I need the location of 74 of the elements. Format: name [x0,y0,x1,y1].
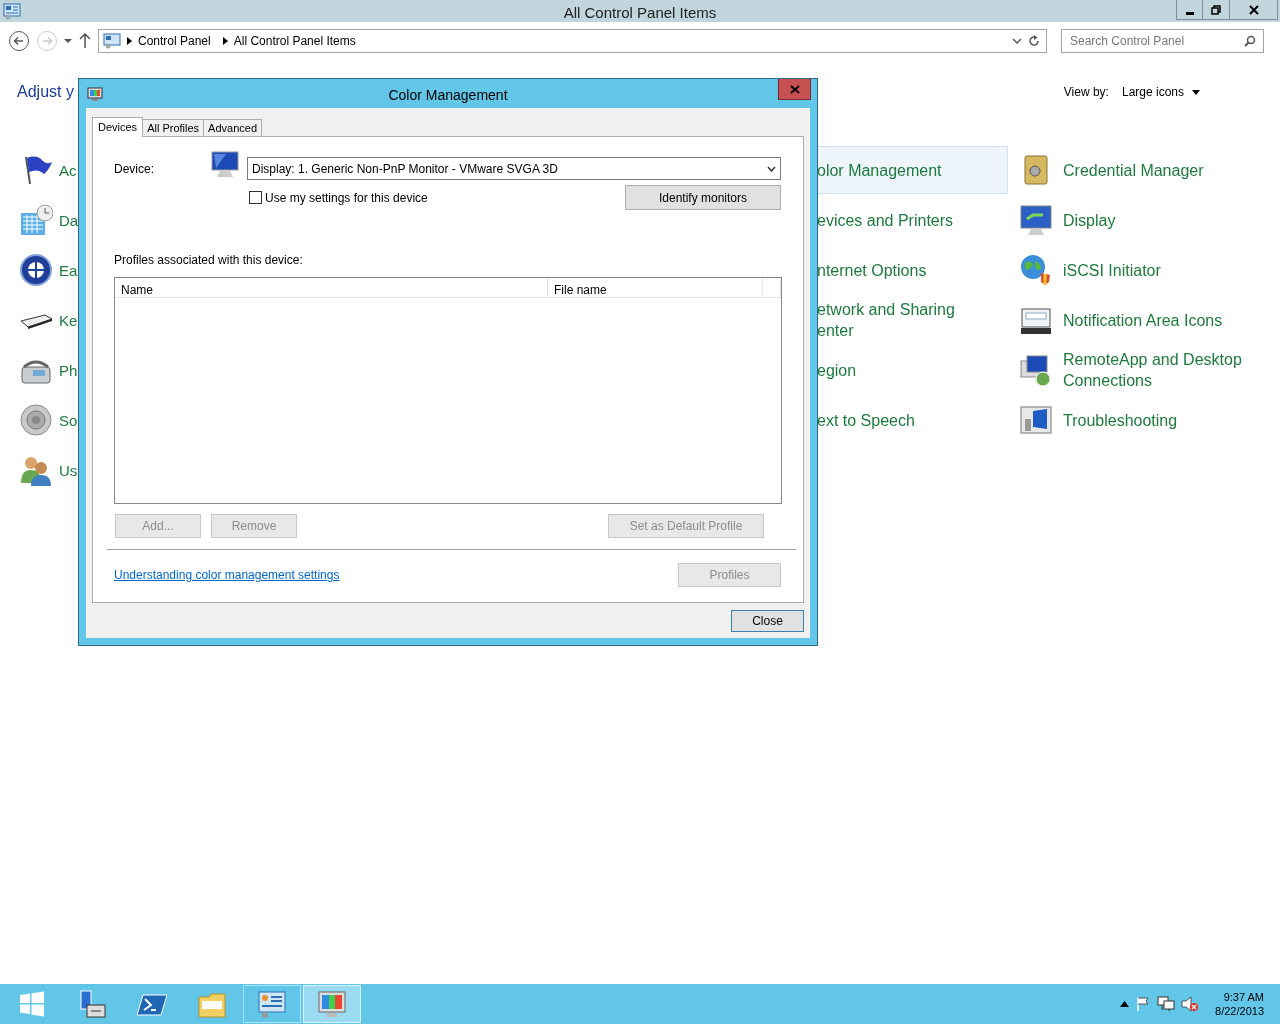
window-title: All Control Panel Items [562,3,718,23]
control-panel-icon [257,989,287,1019]
taskbar-button[interactable] [303,985,361,1023]
color-monitor-icon [317,989,347,1019]
dialog-title: Color Management [387,86,509,105]
caret-icon [1192,89,1200,95]
control-panel-icon [103,33,121,49]
recent-pages-button[interactable] [64,39,72,43]
windows-logo-icon [19,991,45,1017]
troubleshooting-monitor-icon [1019,403,1053,437]
server-manager-icon [77,989,107,1019]
view-by-label: View by: [1063,84,1109,101]
speaker-muted-icon[interactable] [1181,996,1200,1012]
globe-shield-icon [1019,253,1053,287]
refresh-icon[interactable] [1028,35,1040,47]
applet-link[interactable]: iSCSI Initiator [1018,246,1280,294]
applet-link[interactable]: Credential Manager [1018,146,1280,194]
address-bar[interactable]: Control Panel All Control Panel Items [98,29,1047,53]
restore-button[interactable] [1203,0,1230,20]
close-icon [789,84,800,94]
checkbox-label: Use my settings for this device [265,190,428,207]
breadcrumb-item[interactable]: Control Panel [138,32,211,50]
applet-link[interactable]: Us [0,446,78,494]
column-header[interactable]: Name [115,278,548,297]
tab[interactable]: Devices [92,117,144,137]
speaker-icon [19,403,53,437]
flag-icon[interactable] [1135,996,1152,1012]
dropdown-caret-icon[interactable] [1012,37,1022,45]
close-button[interactable]: Close [731,610,804,632]
help-link[interactable]: Understanding color management settings [114,566,340,584]
search-field[interactable]: Search Control Panel [1061,29,1264,53]
minimize-button[interactable] [1176,0,1203,20]
device-dropdown[interactable]: Display: 1. Generic Non-PnP Monitor - VMware SVGA 3D [247,157,781,180]
checkbox[interactable] [249,191,262,204]
identify-monitors-button[interactable]: Identify monitors [625,185,781,210]
applet-link[interactable]: Display [1018,196,1280,244]
close-button[interactable] [1230,0,1278,20]
close-icon [1248,4,1259,15]
monitor-icon [210,149,240,180]
applet-link[interactable]: Ea [0,246,78,294]
applet-link[interactable]: Ph [0,346,78,394]
applet-link[interactable]: Ke [0,296,78,344]
breadcrumb-item[interactable]: All Control Panel Items [233,32,356,50]
show-hidden-icons-caret-icon[interactable] [1120,1001,1130,1007]
search-icon[interactable] [1244,35,1256,47]
breadcrumb-arrow-icon [127,37,132,45]
color-monitor-icon [87,87,103,103]
page-heading: Adjust y [16,82,74,102]
remote-desktop-icon [1019,353,1053,387]
tab[interactable]: Advanced [203,119,263,136]
minimize-icon [1185,11,1194,15]
caret-icon [64,39,72,43]
taskbar-button[interactable] [243,985,301,1023]
network-icon[interactable] [1157,996,1176,1012]
applet-link[interactable]: Da [0,196,78,244]
restore-icon [1211,4,1221,15]
applet-link[interactable]: Notification Area Icons [1018,296,1280,344]
applet-link[interactable]: Troubleshooting [1018,396,1280,444]
applet-link[interactable]: So [0,396,78,444]
accessibility-circle-icon [19,253,53,287]
calendar-clock-icon [19,203,53,237]
dropdown-caret-icon [767,165,776,172]
column-header[interactable]: File name [548,278,763,297]
monitor-icon [1019,203,1053,237]
profiles-label: Profiles associated with this device: [114,252,304,269]
device-label: Device: [114,160,155,178]
control-panel-icon [3,3,21,21]
applet-link[interactable]: RemoteApp and Desktop Connections [1018,346,1280,394]
view-by-dropdown[interactable]: Large icons [1121,83,1200,101]
breadcrumb-arrow-icon [222,37,228,45]
profiles-list[interactable]: Name File name [114,277,782,504]
back-button[interactable] [8,30,30,52]
applet-link[interactable]: Ac [0,146,78,194]
clock[interactable]: 9:37 AM 8/22/2013 [1215,990,1264,1018]
